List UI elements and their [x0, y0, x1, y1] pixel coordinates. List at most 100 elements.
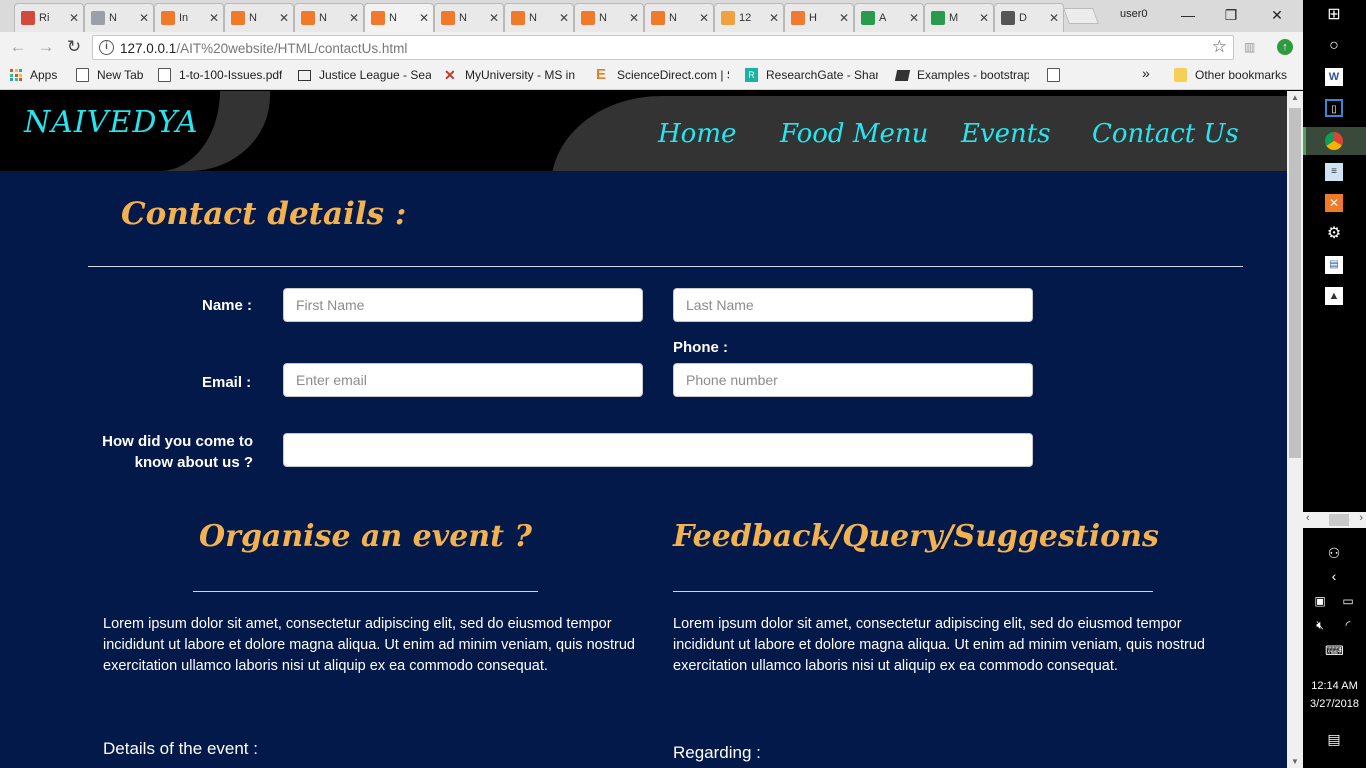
- scroll-up-icon[interactable]: ▲: [1291, 93, 1299, 102]
- source-label: How did you come to know about us ?: [60, 431, 253, 473]
- close-window-button[interactable]: ✕: [1262, 4, 1292, 26]
- browser-tab[interactable]: M ✕: [924, 3, 994, 32]
- browser-tab[interactable]: D ✕: [994, 3, 1064, 32]
- tab-close-icon[interactable]: ✕: [909, 11, 919, 25]
- tab-favicon-icon: [651, 11, 665, 25]
- bookmark-issues-pdf[interactable]: 1-to-100-Issues.pdf: [158, 68, 282, 82]
- more-bookmarks-button[interactable]: »: [1142, 65, 1150, 81]
- maximize-button[interactable]: ❐: [1216, 4, 1246, 26]
- back-arrow-icon[interactable]: ←: [8, 37, 28, 57]
- browser-tab[interactable]: N ✕: [294, 3, 364, 32]
- reload-icon[interactable]: ↻: [64, 37, 84, 57]
- taskbar-time[interactable]: 12:14 AM: [1303, 680, 1366, 692]
- extension-icon[interactable]: ▥: [1244, 40, 1262, 54]
- tab-title: D: [1019, 12, 1027, 24]
- window-icon[interactable]: ▣: [1311, 592, 1329, 610]
- wifi-icon[interactable]: ◜: [1339, 616, 1357, 634]
- browser-tab[interactable]: N ✕: [504, 3, 574, 32]
- browser-tab[interactable]: N ✕: [434, 3, 504, 32]
- volume-muted-icon[interactable]: 🔇︎: [1311, 616, 1329, 634]
- scroll-left-icon[interactable]: ‹: [1306, 512, 1310, 524]
- outlook-icon[interactable]: ▯: [1325, 99, 1343, 117]
- battery-icon[interactable]: ▭: [1339, 592, 1357, 610]
- tab-close-icon[interactable]: ✕: [629, 11, 639, 25]
- tab-close-icon[interactable]: ✕: [769, 11, 779, 25]
- bookmark-researchgate[interactable]: R ResearchGate - Share: [745, 68, 878, 82]
- profile-name[interactable]: user0: [1120, 8, 1148, 20]
- address-bar[interactable]: i 127.0.0.1/AIT%20website/HTML/contactUs…: [92, 35, 1234, 60]
- browser-tab[interactable]: H ✕: [784, 3, 854, 32]
- browser-tab[interactable]: N ✕: [224, 3, 294, 32]
- tab-close-icon[interactable]: ✕: [209, 11, 219, 25]
- photos-icon[interactable]: ▲: [1325, 287, 1343, 305]
- bookmark-sciencedirect[interactable]: E ScienceDirect.com | S: [596, 67, 729, 82]
- nav-home[interactable]: Home: [658, 119, 736, 149]
- vertical-scrollbar[interactable]: ▲ ▼: [1287, 91, 1303, 768]
- word-icon[interactable]: W: [1325, 68, 1343, 86]
- bookmark-bootstrap-examples[interactable]: Examples - bootstrap: [894, 68, 1029, 82]
- new-tab-button[interactable]: [1063, 8, 1099, 24]
- taskbar-date[interactable]: 3/27/2018: [1303, 698, 1366, 710]
- news-icon[interactable]: ▤: [1325, 256, 1343, 274]
- site-logo[interactable]: NAIVEDYA: [24, 105, 199, 140]
- browser-tab[interactable]: A ✕: [854, 3, 924, 32]
- update-icon[interactable]: ↑: [1277, 39, 1293, 55]
- tab-close-icon[interactable]: ✕: [349, 11, 359, 25]
- bookmark-star-icon[interactable]: ☆: [1212, 37, 1227, 57]
- browser-tab[interactable]: N ✕: [644, 3, 714, 32]
- bookmark-justice-league[interactable]: Justice League - Seas: [298, 68, 431, 82]
- minimize-button[interactable]: —: [1173, 4, 1203, 26]
- phone-input[interactable]: [673, 363, 1033, 397]
- divider: [673, 591, 1153, 592]
- scroll-thumb[interactable]: [1289, 108, 1301, 458]
- action-center-icon[interactable]: ▤: [1325, 730, 1343, 748]
- info-icon[interactable]: i: [99, 40, 114, 55]
- nav-contact-us[interactable]: Contact Us: [1092, 119, 1239, 149]
- people-icon[interactable]: ⚇: [1325, 544, 1343, 562]
- tab-close-icon[interactable]: ✕: [69, 11, 79, 25]
- other-bookmarks[interactable]: Other bookmarks: [1174, 68, 1287, 82]
- browser-tab[interactable]: N ✕: [84, 3, 154, 32]
- tab-close-icon[interactable]: ✕: [699, 11, 709, 25]
- tab-favicon-icon: [511, 11, 525, 25]
- browser-tab[interactable]: Ri ✕: [14, 3, 84, 32]
- windows-taskbar: ⊞ ○ W ▯ ≡ ✕ ⚙ ▤ ▲ ⚇ ‹ ▣ ▭ 🔇︎ ◜ ⌨ ▤: [1303, 0, 1366, 768]
- browser-tab[interactable]: N ✕: [574, 3, 644, 32]
- tab-close-icon[interactable]: ✕: [419, 11, 429, 25]
- last-name-input[interactable]: [673, 288, 1033, 322]
- browser-tab[interactable]: In ✕: [154, 3, 224, 32]
- tab-close-icon[interactable]: ✕: [839, 11, 849, 25]
- browser-tab[interactable]: 12 ✕: [714, 3, 784, 32]
- forward-arrow-icon[interactable]: →: [36, 37, 56, 57]
- email-input[interactable]: [283, 363, 643, 397]
- scroll-down-icon[interactable]: ▼: [1291, 757, 1299, 766]
- scroll-right-icon[interactable]: ›: [1359, 512, 1363, 524]
- scroll-thumb[interactable]: [1329, 514, 1349, 526]
- tab-close-icon[interactable]: ✕: [979, 11, 989, 25]
- chevron-left-icon[interactable]: ‹: [1325, 567, 1343, 585]
- tab-close-icon[interactable]: ✕: [279, 11, 289, 25]
- url-text[interactable]: 127.0.0.1/AIT%20website/HTML/contactUs.h…: [120, 41, 407, 56]
- browser-tab[interactable]: N ✕: [364, 3, 434, 32]
- settings-gear-icon[interactable]: ⚙: [1325, 225, 1343, 243]
- xampp-icon[interactable]: ✕: [1325, 194, 1343, 212]
- source-input[interactable]: [283, 433, 1033, 467]
- bookmark-new-tab[interactable]: New Tab: [76, 68, 143, 82]
- cortana-icon[interactable]: ○: [1325, 37, 1343, 55]
- bookmark-apps[interactable]: Apps: [10, 68, 57, 82]
- tab-close-icon[interactable]: ✕: [139, 11, 149, 25]
- tab-close-icon[interactable]: ✕: [1049, 11, 1059, 25]
- researchgate-icon: R: [745, 68, 758, 82]
- horizontal-scrollbar[interactable]: ‹ ›: [1303, 512, 1366, 528]
- nav-events[interactable]: Events: [961, 119, 1051, 149]
- bookmark-myuniversity[interactable]: ✕ MyUniversity - MS in: [444, 68, 575, 82]
- chrome-icon[interactable]: [1325, 132, 1343, 150]
- tab-close-icon[interactable]: ✕: [559, 11, 569, 25]
- tab-close-icon[interactable]: ✕: [489, 11, 499, 25]
- notepad-icon[interactable]: ≡: [1325, 163, 1343, 181]
- keyboard-icon[interactable]: ⌨: [1325, 642, 1344, 660]
- first-name-input[interactable]: [283, 288, 643, 322]
- bookmark-untitled[interactable]: [1047, 68, 1068, 82]
- nav-food-menu[interactable]: Food Menu: [780, 119, 928, 149]
- windows-start-icon[interactable]: ⊞: [1325, 6, 1343, 24]
